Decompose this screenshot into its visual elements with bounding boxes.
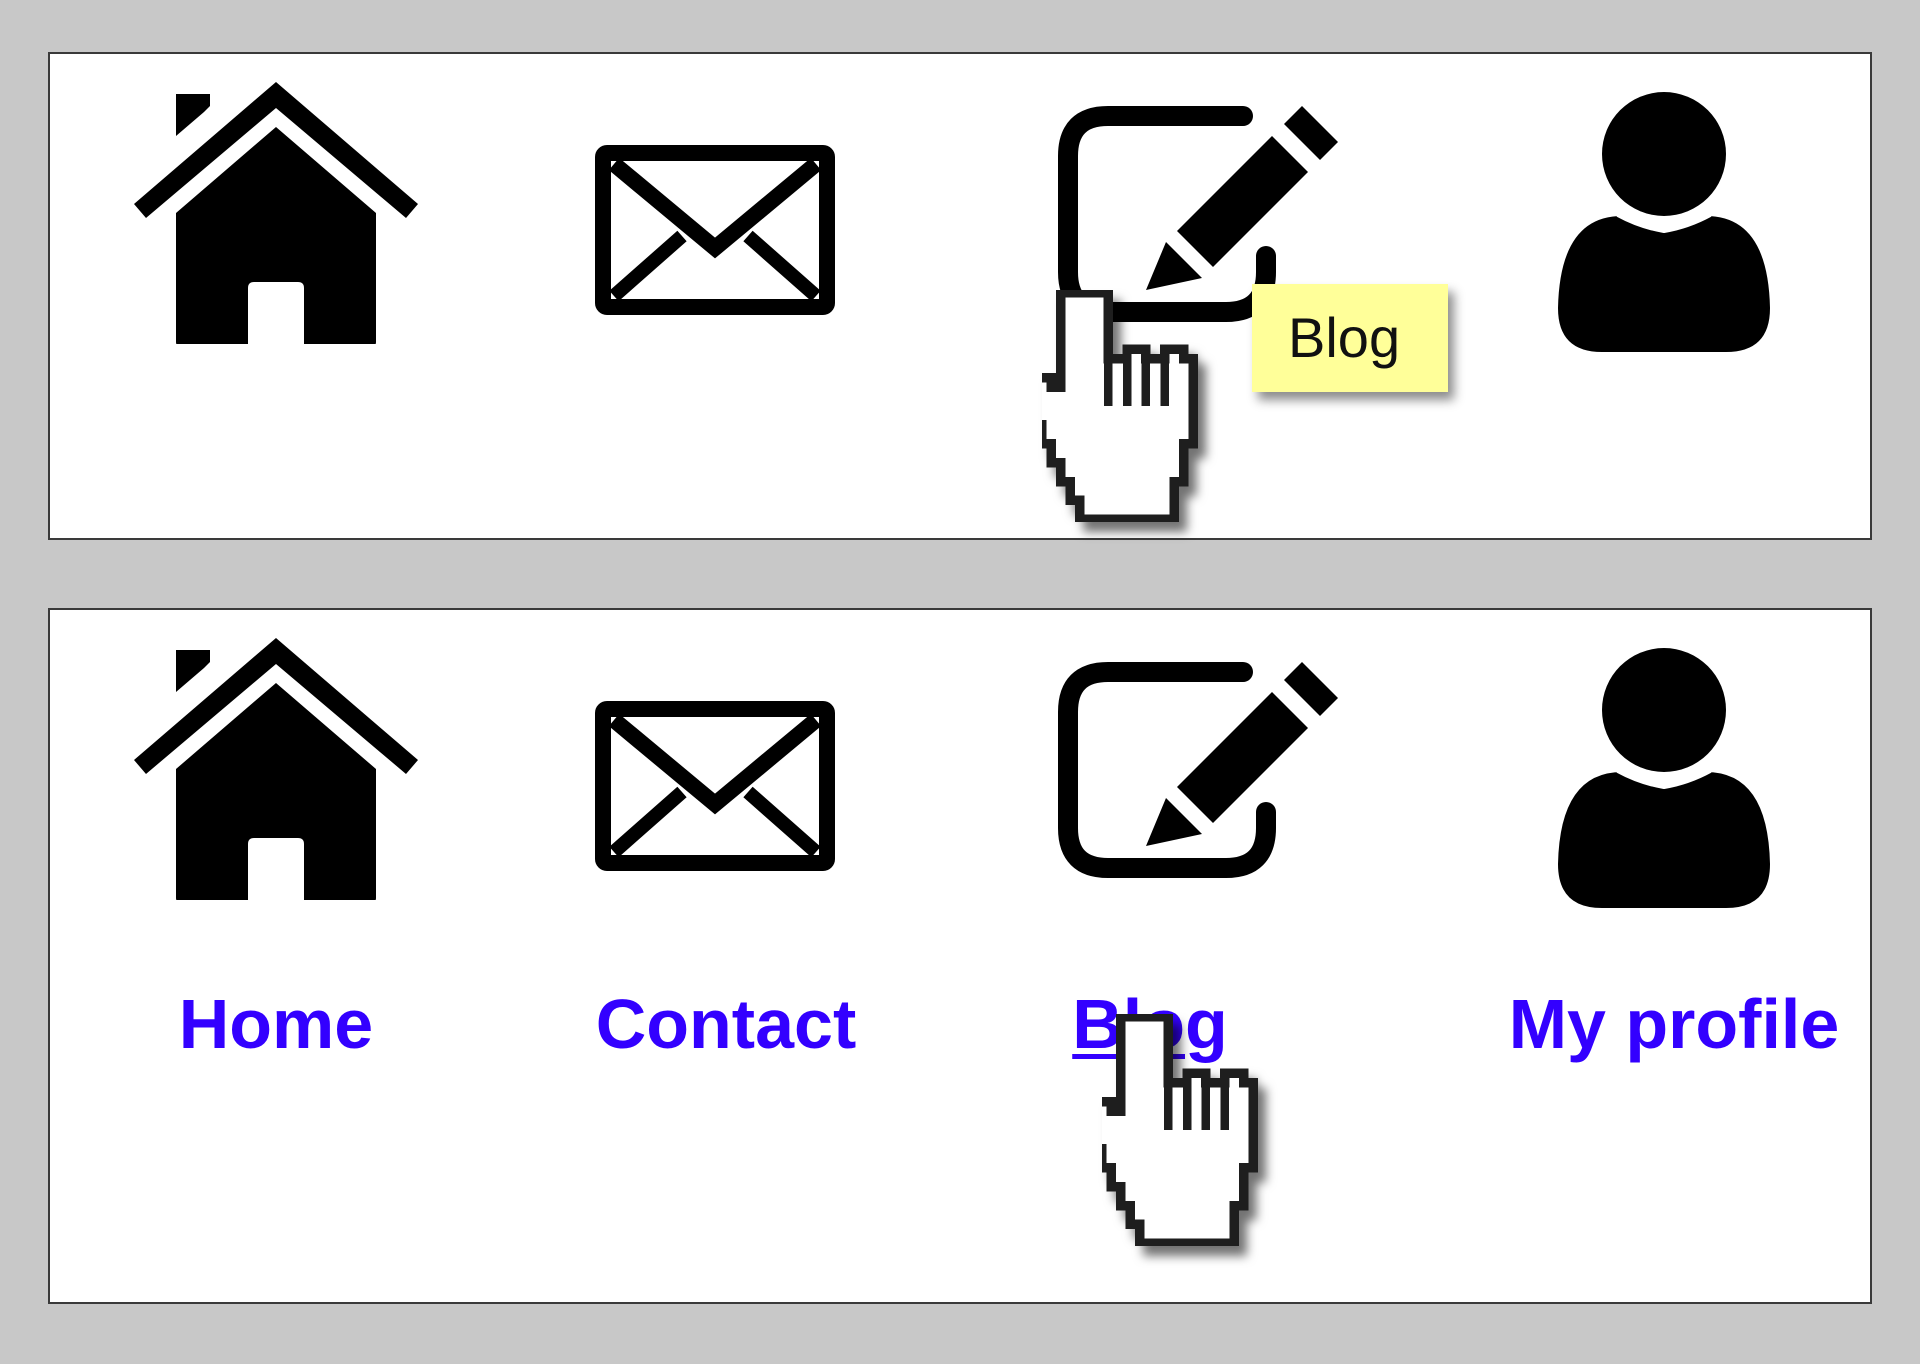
envelope-icon <box>594 700 836 872</box>
user-icon <box>1556 646 1772 910</box>
nav-blog-link[interactable]: Blog <box>1016 630 1356 1063</box>
envelope-icon <box>594 144 836 316</box>
labeled-nav-panel: Home Contact Blog My profile <box>48 608 1872 1304</box>
nav-label-blog: Blog <box>1072 985 1228 1063</box>
user-icon <box>1556 90 1772 354</box>
nav-profile-link[interactable]: My profile <box>1498 630 1839 1063</box>
nav-label-profile: My profile <box>1508 985 1840 1063</box>
nav-home-link[interactable]: Home <box>108 630 448 1063</box>
nav-profile-icon-link[interactable] <box>1556 90 1772 354</box>
blog-tooltip: Blog <box>1252 284 1448 392</box>
edit-pencil-icon <box>1058 660 1348 890</box>
nav-home-icon-link[interactable] <box>134 74 424 344</box>
nav-label-home: Home <box>178 985 374 1063</box>
icon-only-nav-panel: Blog <box>48 52 1872 540</box>
nav-contact-link[interactable]: Contact <box>550 630 890 1063</box>
nav-label-contact: Contact <box>595 985 857 1063</box>
nav-contact-icon-link[interactable] <box>594 144 836 316</box>
house-icon <box>134 630 424 900</box>
house-icon <box>134 74 424 344</box>
